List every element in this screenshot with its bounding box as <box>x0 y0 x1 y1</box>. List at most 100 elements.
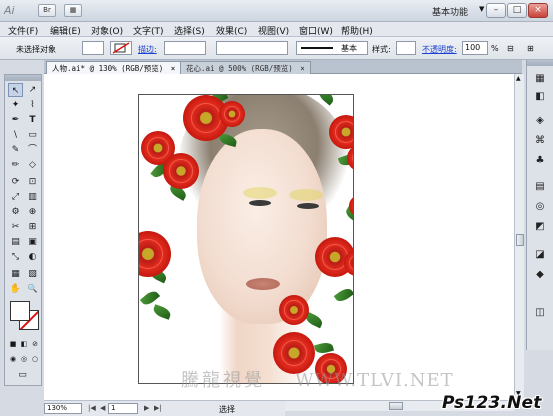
vertical-scrollbar[interactable]: ▲ ▼ <box>514 74 524 400</box>
brushes-panel-icon[interactable]: ⌘ <box>532 134 548 148</box>
artboard-tool-icon[interactable]: ▦ <box>8 267 23 281</box>
document-canvas[interactable]: 騰龍視覺 WWW.TLVI.NET <box>44 74 514 400</box>
zoom-tool-icon[interactable]: 🔍 <box>25 282 40 296</box>
gradient-tool-icon[interactable]: ⊞ <box>25 220 40 234</box>
lasso-tool-icon[interactable]: ⌇ <box>25 98 40 112</box>
type-tool-icon[interactable]: T <box>25 113 40 127</box>
leaf-shape <box>139 107 141 123</box>
draw-normal-icon[interactable]: ◉ <box>8 352 18 366</box>
fill-color-swatch[interactable] <box>10 301 30 321</box>
variable-width-profile[interactable] <box>216 41 288 55</box>
menu-help[interactable]: 帮助(H) <box>341 24 373 37</box>
tab-flower-center-document[interactable]: 花心.ai @ 500% (RGB/预览) × <box>180 61 311 74</box>
eye-left <box>249 200 271 206</box>
draw-behind-icon[interactable]: ◎ <box>19 352 29 366</box>
symbol-sprayer-tool-icon[interactable]: ⤡ <box>8 250 23 264</box>
color-panel-icon[interactable]: ▦ <box>532 72 548 86</box>
pen-tool-icon[interactable]: ✒ <box>8 113 23 127</box>
blob-brush-tool-icon[interactable]: ⌒ <box>25 143 40 157</box>
eraser-tool-icon[interactable]: ◇ <box>25 158 40 172</box>
graphic-styles-panel-icon[interactable]: ◆ <box>532 268 548 282</box>
swatches-panel-icon[interactable]: ◈ <box>532 114 548 128</box>
workspace-switcher[interactable]: 基本功能 <box>432 5 468 18</box>
none-mode-icon[interactable]: ⊘ <box>30 337 40 351</box>
first-artboard-icon[interactable]: |◀ <box>88 404 96 412</box>
stroke-swatch[interactable] <box>110 41 132 55</box>
color-mode-icon[interactable]: ■ <box>8 337 18 351</box>
menu-select[interactable]: 选择(S) <box>174 24 205 37</box>
tab-label: 人物.ai* @ 130% (RGB/预览) <box>52 64 164 73</box>
hand-tool-icon[interactable]: ✋ <box>8 282 23 296</box>
chevron-down-icon[interactable]: ▼ <box>479 5 484 13</box>
red-flower <box>163 153 199 189</box>
menu-object[interactable]: 对象(O) <box>91 24 123 37</box>
layers-panel-icon[interactable]: ◫ <box>532 306 548 320</box>
blend-tool-icon[interactable]: ▣ <box>25 235 40 249</box>
close-button[interactable]: × <box>528 3 548 18</box>
scroll-up-icon[interactable]: ▲ <box>516 75 521 82</box>
zoom-field[interactable]: 130% <box>44 403 82 414</box>
shape-builder-tool-icon[interactable]: ⚙ <box>8 205 23 219</box>
direct-selection-tool-icon[interactable]: ↗ <box>25 83 40 97</box>
last-artboard-icon[interactable]: ▶| <box>154 404 162 412</box>
brush-stroke-preview <box>301 47 333 49</box>
current-tool-status[interactable]: 选择 <box>219 404 235 415</box>
stroke-panel-icon[interactable]: ▤ <box>532 180 548 194</box>
opacity-label[interactable]: 不透明度: <box>422 44 457 55</box>
next-artboard-icon[interactable]: ▶ <box>144 404 149 412</box>
gradient-mode-icon[interactable]: ◧ <box>19 337 29 351</box>
panel-dock-header[interactable] <box>527 60 553 66</box>
status-bar: 130% |◀ ◀ 1 ▶ ▶| 选择 <box>44 400 285 416</box>
close-icon[interactable]: × <box>300 64 305 73</box>
close-icon[interactable]: × <box>171 64 176 73</box>
gradient-panel-icon[interactable]: ◎ <box>532 200 548 214</box>
menu-file[interactable]: 文件(F) <box>8 24 38 37</box>
previous-artboard-icon[interactable]: ◀ <box>100 404 105 412</box>
watermark-text: 騰龍視覺 <box>181 370 265 391</box>
graphic-style-swatch[interactable] <box>396 41 416 55</box>
tools-panel-header[interactable] <box>5 75 41 81</box>
column-graph-tool-icon[interactable]: ◐ <box>25 250 40 264</box>
slice-tool-icon[interactable]: ▧ <box>25 267 40 281</box>
color-guide-panel-icon[interactable]: ◧ <box>532 90 548 104</box>
draw-inside-icon[interactable]: ○ <box>30 352 40 366</box>
scale-tool-icon[interactable]: ⊡ <box>25 175 40 189</box>
artboard-number-field[interactable]: 1 <box>108 403 138 414</box>
free-transform-tool-icon[interactable]: ▥ <box>25 190 40 204</box>
eyedropper-tool-icon[interactable]: ▤ <box>8 235 23 249</box>
menu-view[interactable]: 视图(V) <box>258 24 289 37</box>
stroke-label[interactable]: 描边: <box>138 44 157 55</box>
artboard[interactable] <box>138 94 354 384</box>
selection-tool-icon[interactable]: ↖ <box>8 83 23 97</box>
vertical-scroll-thumb[interactable] <box>516 234 524 246</box>
minimize-button[interactable]: – <box>486 3 506 18</box>
rotate-tool-icon[interactable]: ⟳ <box>8 175 23 189</box>
tab-person-document[interactable]: 人物.ai* @ 130% (RGB/预览) × <box>46 61 182 74</box>
mesh-tool-icon[interactable]: ✂ <box>8 220 23 234</box>
rectangle-tool-icon[interactable]: ▭ <box>25 128 40 142</box>
line-tool-icon[interactable]: \ <box>8 128 23 142</box>
paintbrush-tool-icon[interactable]: ✎ <box>8 143 23 157</box>
brush-definition[interactable]: 基本 <box>296 41 368 55</box>
arrange-documents-button[interactable]: ▦ <box>64 4 82 17</box>
symbols-panel-icon[interactable]: ♣ <box>532 154 548 168</box>
maximize-button[interactable]: □ <box>507 3 527 18</box>
transform-icon[interactable]: ⊞ <box>527 44 534 53</box>
opacity-field[interactable]: 100 <box>462 41 488 55</box>
menu-type[interactable]: 文字(T) <box>133 24 164 37</box>
magic-wand-tool-icon[interactable]: ✦ <box>8 98 23 112</box>
screen-mode-icon[interactable]: ▭ <box>15 368 30 382</box>
menu-window[interactable]: 窗口(W) <box>299 24 333 37</box>
menu-effect[interactable]: 效果(C) <box>216 24 247 37</box>
align-icon[interactable]: ⊟ <box>507 44 514 53</box>
perspective-grid-tool-icon[interactable]: ⊕ <box>25 205 40 219</box>
width-tool-icon[interactable]: ⤢ <box>8 190 23 204</box>
transparency-panel-icon[interactable]: ◩ <box>532 220 548 234</box>
appearance-panel-icon[interactable]: ◪ <box>532 248 548 262</box>
pencil-tool-icon[interactable]: ✏ <box>8 158 23 172</box>
menu-edit[interactable]: 编辑(E) <box>50 24 81 37</box>
stroke-weight-field[interactable] <box>164 41 206 55</box>
bridge-button[interactable]: Br <box>38 4 56 17</box>
horizontal-scroll-thumb[interactable] <box>389 402 403 410</box>
fill-swatch[interactable] <box>82 41 104 55</box>
